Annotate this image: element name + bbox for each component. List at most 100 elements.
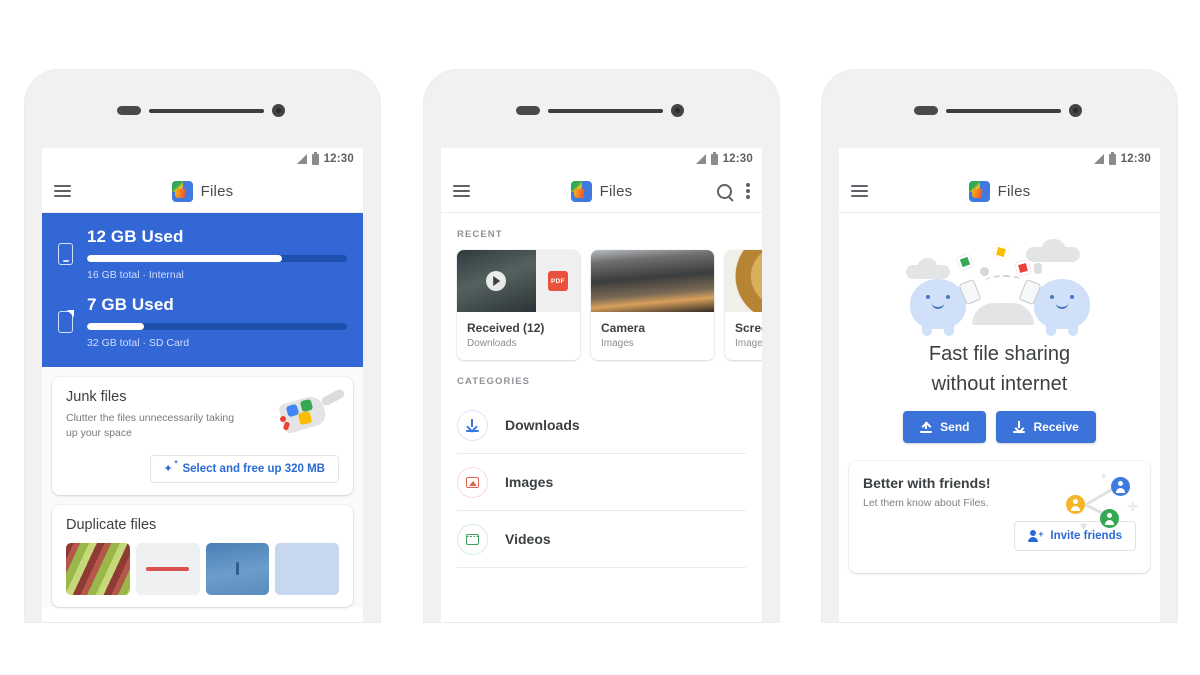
duplicate-files-title: Duplicate files	[66, 517, 157, 534]
earpiece-speaker	[149, 109, 264, 113]
sky-thumbnail[interactable]	[205, 543, 270, 596]
recent-card-received[interactable]: PDF Received (12) Downloads	[457, 250, 580, 360]
signal-icon	[695, 154, 706, 164]
recent-files-rail[interactable]: PDF Received (12) Downloads Camera Image…	[441, 250, 762, 360]
share-action-buttons: Send Receive	[855, 411, 1144, 443]
select-and-free-up-label: Select and free up 320 MB	[182, 463, 325, 476]
phone-3-screen: 12:30 Files Fast file sharing without in…	[839, 148, 1160, 622]
storage-subtitle-internal: 16 GB total · Internal	[87, 269, 184, 281]
dustpan-junk-illustration	[277, 387, 346, 439]
hamburger-menu-icon[interactable]	[54, 185, 71, 197]
front-camera-icon	[1069, 104, 1082, 117]
categories-list: Downloads Images Videos	[441, 397, 762, 568]
status-bar-clock: 12:30	[722, 153, 753, 165]
send-button-label: Send	[940, 420, 970, 434]
download-icon	[1013, 421, 1026, 433]
better-with-friends-card[interactable]: ✦ ✛ ♥ Better with friends! Let them know…	[849, 461, 1150, 573]
recent-card-sub: Images	[735, 338, 762, 349]
phone-bezel-top	[822, 70, 1177, 148]
app-title: Files	[200, 182, 234, 200]
storage-subtitle-sdcard: 32 GB total · SD Card	[87, 337, 190, 349]
phone-mockup-3: 12:30 Files Fast file sharing without in…	[822, 70, 1177, 622]
image-icon	[457, 466, 488, 498]
category-label: Videos	[505, 531, 551, 547]
front-camera-icon	[272, 104, 285, 117]
phone-bezel-top	[424, 70, 779, 148]
recent-card-name: Received (12)	[467, 321, 545, 335]
recent-card-camera[interactable]: Camera Images	[591, 250, 714, 360]
storage-progress-internal	[87, 255, 347, 262]
sparkle-icon	[163, 459, 178, 475]
duplicate-files-card[interactable]: Duplicate files	[52, 505, 353, 608]
category-row-images[interactable]: Images	[457, 454, 746, 511]
app-brand: Files	[441, 180, 762, 202]
battery-icon	[710, 151, 718, 165]
blue-thumbnail[interactable]	[275, 543, 339, 596]
app-bar-actions	[717, 183, 750, 199]
video-icon	[457, 523, 488, 555]
status-bar-clock: 12:30	[323, 153, 354, 165]
app-bar: Files	[441, 170, 762, 213]
duplicate-thumbnail-row	[66, 543, 339, 596]
phone-2-screen: 12:30 Files RECENT PDF Received (12) Dow…	[441, 148, 762, 622]
phone-1-screen: 12:30 Files 12 GB Used 16 GB total · Int…	[42, 148, 363, 622]
phone-storage-icon	[58, 243, 73, 265]
files-logo-icon	[968, 180, 990, 202]
storage-used-internal: 12 GB Used	[87, 227, 184, 246]
hero-title-line-2: without internet	[931, 373, 1068, 395]
phone-mockup-1: 12:30 Files 12 GB Used 16 GB total · Int…	[25, 70, 380, 622]
category-row-videos[interactable]: Videos	[457, 511, 746, 568]
front-camera-icon	[671, 104, 684, 117]
food-thumbnail	[725, 250, 762, 312]
signal-icon	[1093, 154, 1104, 164]
proximity-sensor-icon	[914, 106, 938, 115]
app-bar: Files	[839, 170, 1160, 213]
more-vert-icon[interactable]	[746, 183, 750, 199]
download-icon	[457, 409, 488, 441]
upload-icon	[920, 421, 933, 433]
recent-section-label: RECENT	[457, 229, 503, 240]
phone-bezel-top	[25, 70, 380, 148]
app-title: Files	[599, 182, 633, 200]
receive-button-label: Receive	[1033, 420, 1079, 434]
phone-2-content: RECENT PDF Received (12) Downloads Camer…	[441, 213, 762, 622]
pdf-badge-icon: PDF	[547, 271, 568, 291]
play-icon	[493, 276, 501, 286]
status-bar: 12:30	[839, 148, 1160, 170]
proximity-sensor-icon	[516, 106, 540, 115]
battery-icon	[311, 151, 319, 165]
files-logo-icon	[171, 180, 193, 202]
recent-card-sub: Downloads	[467, 338, 517, 349]
send-button[interactable]: Send	[903, 411, 987, 443]
two-blobs-sharing-files-illustration	[900, 233, 1100, 337]
recent-card-name: Camera	[601, 321, 646, 335]
storage-used-sdcard: 7 GB Used	[87, 295, 174, 314]
junk-files-description: Clutter the files unnecessarily taking u…	[66, 412, 235, 440]
app-brand: Files	[839, 180, 1160, 202]
app-brand: Files	[42, 180, 363, 202]
status-bar-clock: 12:30	[1120, 153, 1151, 165]
recent-card-sub: Images	[601, 338, 634, 349]
screenshot-stage: 12:30 Files 12 GB Used 16 GB total · Int…	[0, 0, 1200, 675]
recent-card-screenshots[interactable]: Screen Images	[725, 250, 762, 360]
battery-icon	[1108, 151, 1116, 165]
receive-button[interactable]: Receive	[996, 411, 1096, 443]
earpiece-speaker	[946, 109, 1061, 113]
storage-row-internal[interactable]: 12 GB Used 16 GB total · Internal	[58, 227, 347, 281]
category-row-downloads[interactable]: Downloads	[457, 397, 746, 454]
sd-card-icon	[58, 310, 74, 333]
select-and-free-up-button[interactable]: Select and free up 320 MB	[150, 455, 339, 484]
storage-row-sdcard[interactable]: 7 GB Used 32 GB total · SD Card	[58, 295, 347, 349]
grapes-thumbnail[interactable]	[66, 543, 130, 596]
phone-mockup-2: 12:30 Files RECENT PDF Received (12) Dow…	[424, 70, 779, 622]
sunset-thumbnail	[591, 250, 714, 312]
search-icon[interactable]	[717, 183, 732, 199]
status-bar: 12:30	[441, 148, 762, 170]
hamburger-menu-icon[interactable]	[851, 185, 868, 197]
hamburger-menu-icon[interactable]	[453, 185, 470, 197]
recent-card-name: Screen	[735, 321, 762, 335]
cards-container: Junk files Clutter the files unnecessari…	[42, 367, 363, 608]
junk-files-card[interactable]: Junk files Clutter the files unnecessari…	[52, 377, 353, 496]
earpiece-speaker	[548, 109, 663, 113]
document-thumbnail[interactable]	[135, 543, 200, 596]
